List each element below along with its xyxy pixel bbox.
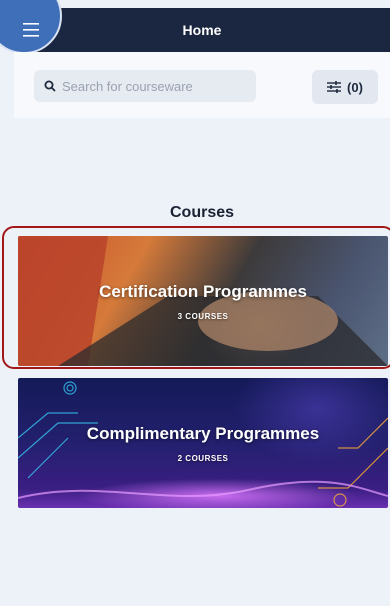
card-course-count: 3 COURSES xyxy=(177,311,229,321)
search-input[interactable] xyxy=(56,78,242,94)
app-bar: Home xyxy=(0,0,390,54)
course-card-complimentary[interactable]: Complimentary Programmes 2 COURSES xyxy=(18,378,388,508)
card-title: Certification Programmes xyxy=(99,281,307,301)
hamburger-menu-icon xyxy=(23,23,39,37)
card-course-count: 2 COURSES xyxy=(177,453,229,463)
page-title: Home xyxy=(182,22,222,38)
course-card-certification[interactable]: Certification Programmes 3 COURSES xyxy=(18,236,388,366)
search-row: (0) xyxy=(14,52,390,118)
search-icon xyxy=(44,80,56,92)
filter-count: (0) xyxy=(347,79,363,95)
filter-sliders-icon xyxy=(327,81,342,93)
search-box[interactable] xyxy=(34,70,256,102)
section-title: Courses xyxy=(169,204,235,221)
card-title: Complimentary Programmes xyxy=(86,423,320,443)
filter-button[interactable]: (0) xyxy=(312,70,378,104)
menu-button[interactable] xyxy=(14,8,48,52)
